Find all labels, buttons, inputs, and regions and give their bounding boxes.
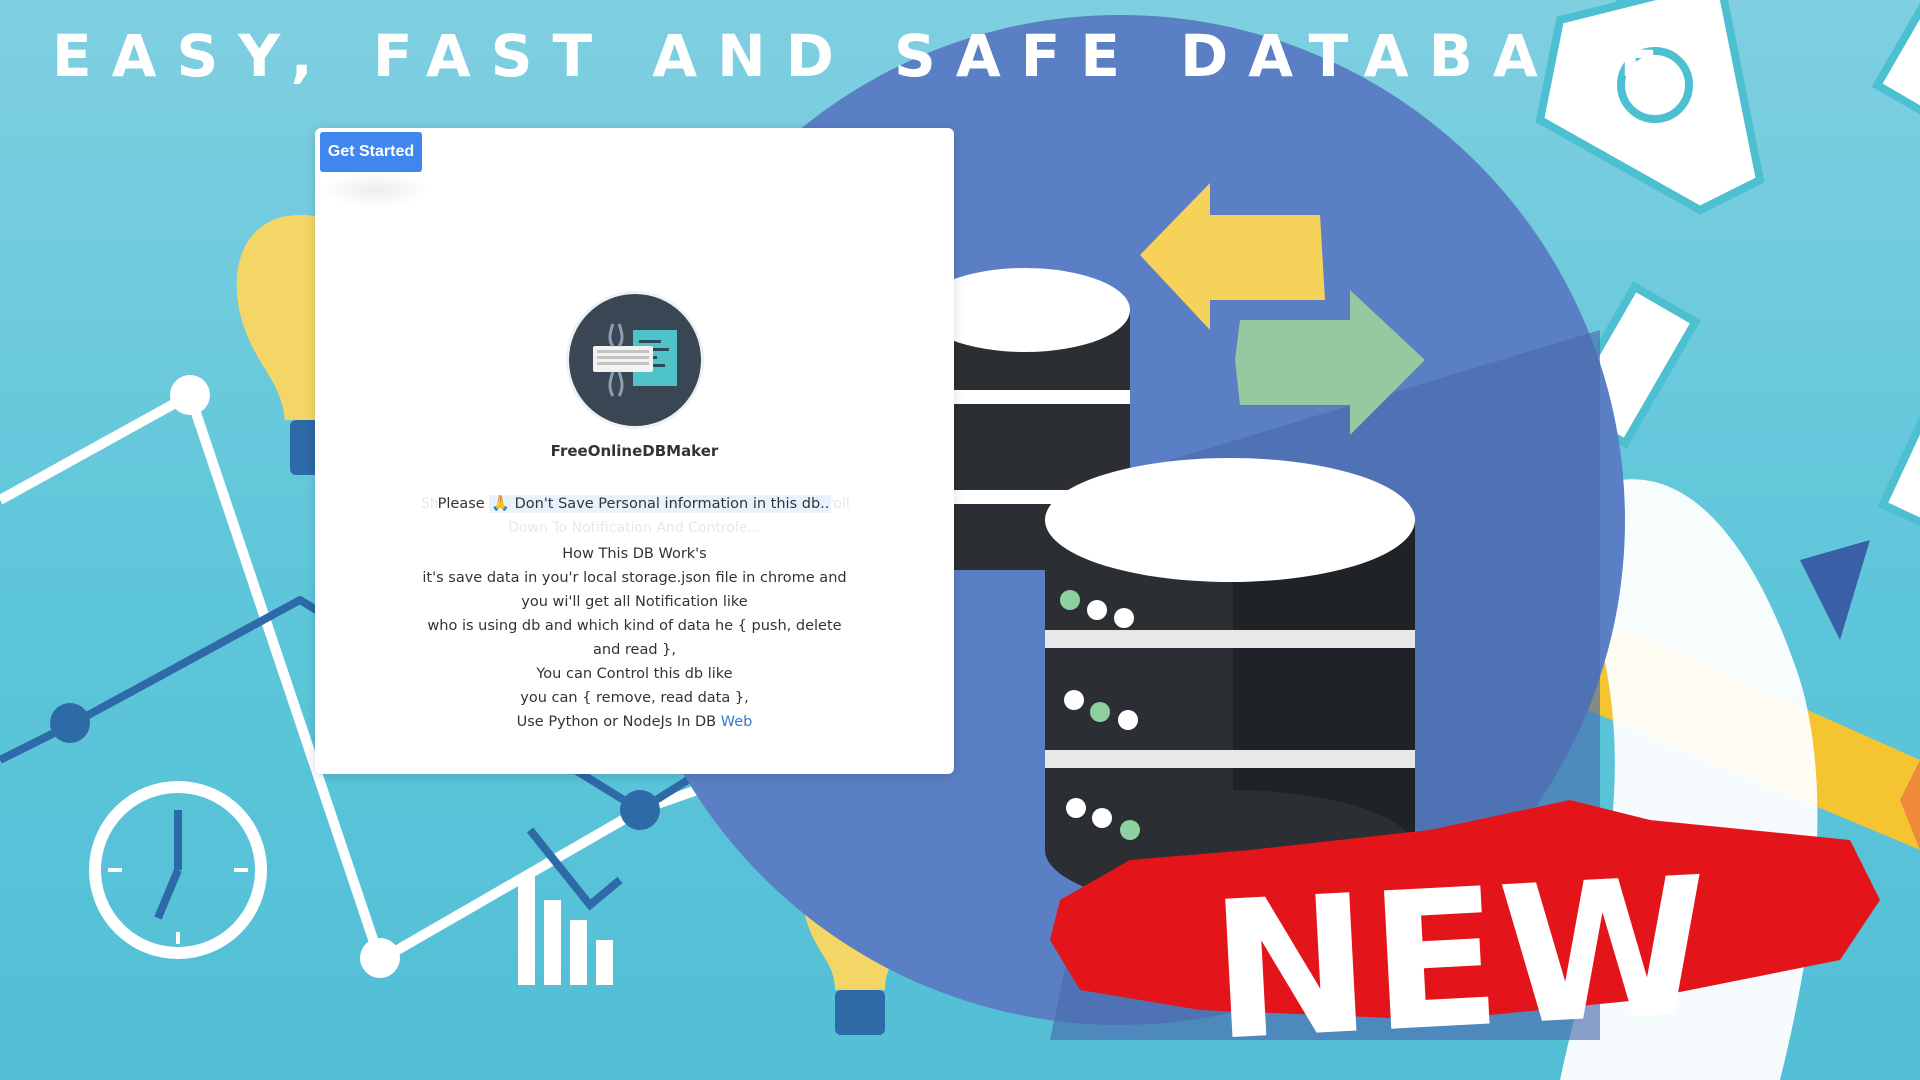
get-started-button[interactable]: Get Started — [320, 132, 422, 172]
notice-prefix: Please — [437, 496, 485, 512]
info-text: How This DB Work's it's save data in you… — [415, 542, 854, 734]
info-line: Use Python or NodeJs In DB Web — [415, 710, 854, 734]
app-card: Get Started FreeOnlineDBMaker Sh roll Do… — [315, 128, 954, 774]
clock-icon — [89, 781, 267, 959]
info-line: it's save data in you'r local storage.js… — [422, 570, 847, 610]
new-badge-text: NEW — [1206, 836, 1715, 1080]
keyboard-code-icon — [593, 323, 677, 397]
privacy-notice: Please 🙏 Don't Save Personal information… — [315, 494, 954, 513]
info-line: How This DB Work's — [562, 546, 707, 562]
ghost-text-line: Down To Notification And Controle... — [508, 520, 761, 536]
info-last-prefix: Use Python or NodeJs In DB — [516, 714, 717, 730]
folded-hands-icon: 🙏 — [491, 494, 510, 512]
info-line: you can { remove, read data }, — [520, 690, 749, 706]
app-logo — [569, 294, 701, 426]
app-name: FreeOnlineDBMaker — [550, 442, 719, 460]
web-link[interactable]: Web — [721, 714, 753, 730]
notice-text: Don't Save Personal information in this … — [514, 496, 830, 512]
headline: EASY, FAST AND SAFE DATABASE — [52, 22, 1680, 90]
info-line: who is using db and which kind of data h… — [427, 618, 842, 658]
button-shadow — [320, 172, 430, 208]
notice-highlight: 🙏 Don't Save Personal information in thi… — [489, 494, 832, 513]
info-line: You can Control this db like — [536, 666, 733, 682]
